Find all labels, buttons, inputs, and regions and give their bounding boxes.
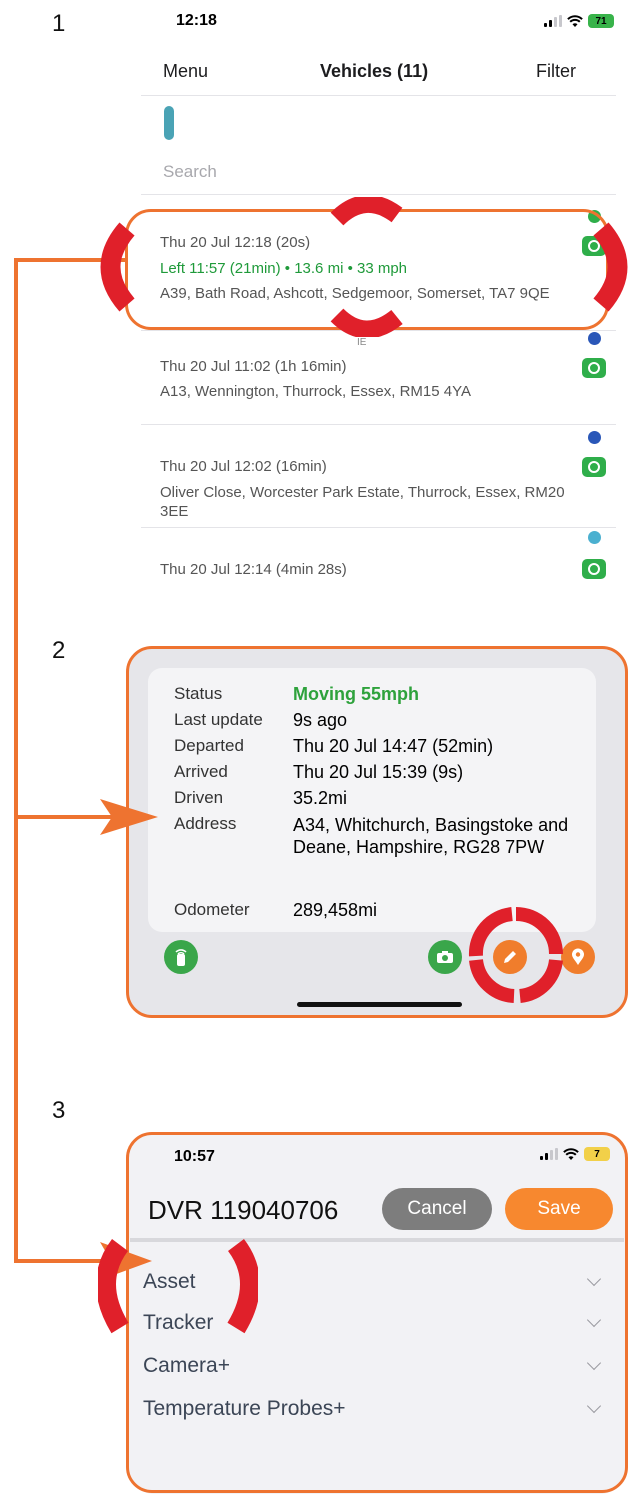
- camera-icon[interactable]: [582, 457, 606, 477]
- status-bar-icons: 71: [544, 14, 614, 28]
- list-divider: [141, 424, 616, 425]
- step-number-3: 3: [52, 1097, 66, 1124]
- vehicle-list-item[interactable]: Thu 20 Jul 12:02 (16min) Oliver Close, W…: [160, 431, 620, 526]
- wifi-icon: [567, 15, 583, 27]
- vehicle-list-item[interactable]: Thu 20 Jul 12:14 (4min 28s): [160, 531, 620, 591]
- filter-button[interactable]: Filter: [536, 61, 576, 82]
- arrow-head-icon: [100, 799, 158, 835]
- status-bar-time: 12:18: [176, 12, 217, 29]
- step-number-1: 1: [52, 10, 66, 37]
- red-target-highlight: [100, 197, 628, 337]
- cellular-signal-icon: [544, 15, 562, 27]
- connector-line-middle: [14, 815, 114, 819]
- red-target-highlight: [98, 1238, 258, 1334]
- search-input[interactable]: Search: [163, 162, 217, 182]
- vehicle-date: Thu 20 Jul 11:02 (1h 16min): [160, 358, 347, 375]
- red-target-highlight: [468, 907, 563, 1003]
- list-divider: [141, 527, 616, 528]
- search-divider: [141, 194, 616, 195]
- vehicle-status-dot: [588, 531, 601, 544]
- step-number-2: 2: [52, 637, 66, 664]
- vehicle-address: A13, Wennington, Thurrock, Essex, RM15 4…: [160, 383, 471, 400]
- nav-divider: [141, 95, 616, 96]
- battery-icon: 71: [588, 14, 614, 28]
- vehicle-date: Thu 20 Jul 12:02 (16min): [160, 458, 327, 475]
- nav-title: Vehicles (11): [320, 61, 429, 81]
- camera-icon[interactable]: [582, 358, 606, 378]
- search-field-handle[interactable]: [164, 106, 174, 140]
- vehicle-address: Oliver Close, Worcester Park Estate, Thu…: [160, 484, 565, 520]
- menu-button[interactable]: Menu: [163, 61, 208, 82]
- vehicle-status-dot: [588, 431, 601, 444]
- vehicle-date: Thu 20 Jul 12:14 (4min 28s): [160, 561, 347, 578]
- camera-icon[interactable]: [582, 559, 606, 579]
- connector-line-vertical: [14, 258, 18, 1263]
- vehicle-list-item[interactable]: Thu 20 Jul 11:02 (1h 16min) A13, Wenning…: [160, 332, 620, 412]
